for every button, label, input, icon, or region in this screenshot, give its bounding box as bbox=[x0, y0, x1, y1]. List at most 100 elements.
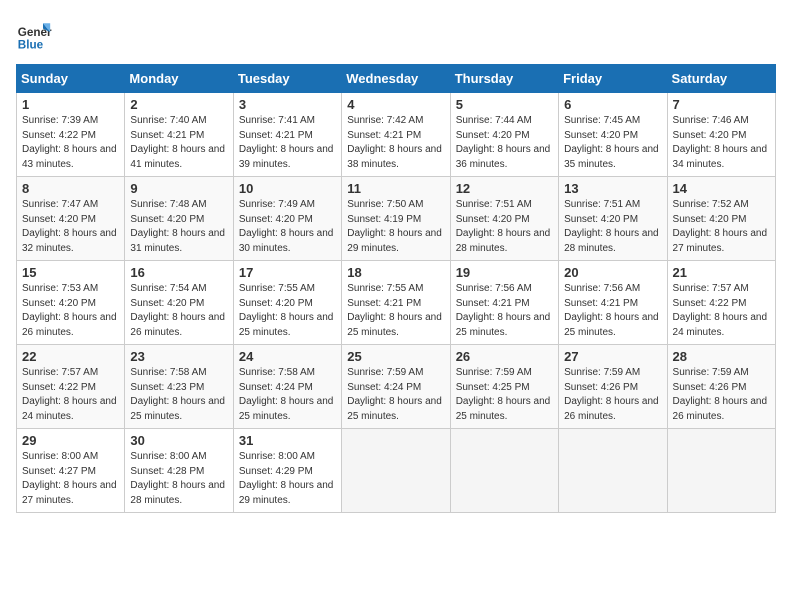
calendar-week-row: 22 Sunrise: 7:57 AMSunset: 4:22 PMDaylig… bbox=[17, 345, 776, 429]
day-of-week-header: Tuesday bbox=[233, 65, 341, 93]
calendar-day-cell bbox=[450, 429, 558, 513]
calendar-day-cell: 19 Sunrise: 7:56 AMSunset: 4:21 PMDaylig… bbox=[450, 261, 558, 345]
day-number: 11 bbox=[347, 181, 444, 196]
day-number: 18 bbox=[347, 265, 444, 280]
day-number: 2 bbox=[130, 97, 227, 112]
day-info: Sunrise: 7:53 AMSunset: 4:20 PMDaylight:… bbox=[22, 282, 119, 340]
page-header: General Blue bbox=[16, 16, 776, 52]
calendar-day-cell: 21 Sunrise: 7:57 AMSunset: 4:22 PMDaylig… bbox=[667, 261, 775, 345]
calendar-day-cell: 7 Sunrise: 7:46 AMSunset: 4:20 PMDayligh… bbox=[667, 93, 775, 177]
calendar-day-cell bbox=[559, 429, 667, 513]
day-of-week-header: Thursday bbox=[450, 65, 558, 93]
calendar-week-row: 29 Sunrise: 8:00 AMSunset: 4:27 PMDaylig… bbox=[17, 429, 776, 513]
day-info: Sunrise: 7:51 AMSunset: 4:20 PMDaylight:… bbox=[564, 198, 661, 256]
day-info: Sunrise: 7:56 AMSunset: 4:21 PMDaylight:… bbox=[564, 282, 661, 340]
day-info: Sunrise: 7:59 AMSunset: 4:24 PMDaylight:… bbox=[347, 366, 444, 424]
day-number: 15 bbox=[22, 265, 119, 280]
day-info: Sunrise: 7:46 AMSunset: 4:20 PMDaylight:… bbox=[673, 114, 770, 172]
day-number: 13 bbox=[564, 181, 661, 196]
calendar-header-row: SundayMondayTuesdayWednesdayThursdayFrid… bbox=[17, 65, 776, 93]
calendar-day-cell bbox=[342, 429, 450, 513]
day-info: Sunrise: 7:47 AMSunset: 4:20 PMDaylight:… bbox=[22, 198, 119, 256]
calendar-day-cell: 13 Sunrise: 7:51 AMSunset: 4:20 PMDaylig… bbox=[559, 177, 667, 261]
calendar-week-row: 15 Sunrise: 7:53 AMSunset: 4:20 PMDaylig… bbox=[17, 261, 776, 345]
calendar-day-cell: 24 Sunrise: 7:58 AMSunset: 4:24 PMDaylig… bbox=[233, 345, 341, 429]
calendar-day-cell: 18 Sunrise: 7:55 AMSunset: 4:21 PMDaylig… bbox=[342, 261, 450, 345]
day-info: Sunrise: 7:57 AMSunset: 4:22 PMDaylight:… bbox=[673, 282, 770, 340]
day-number: 17 bbox=[239, 265, 336, 280]
calendar-day-cell: 1 Sunrise: 7:39 AMSunset: 4:22 PMDayligh… bbox=[17, 93, 125, 177]
day-of-week-header: Wednesday bbox=[342, 65, 450, 93]
calendar-week-row: 8 Sunrise: 7:47 AMSunset: 4:20 PMDayligh… bbox=[17, 177, 776, 261]
calendar-day-cell: 22 Sunrise: 7:57 AMSunset: 4:22 PMDaylig… bbox=[17, 345, 125, 429]
calendar-week-row: 1 Sunrise: 7:39 AMSunset: 4:22 PMDayligh… bbox=[17, 93, 776, 177]
calendar-day-cell bbox=[667, 429, 775, 513]
day-number: 16 bbox=[130, 265, 227, 280]
day-info: Sunrise: 7:55 AMSunset: 4:20 PMDaylight:… bbox=[239, 282, 336, 340]
day-number: 12 bbox=[456, 181, 553, 196]
svg-text:Blue: Blue bbox=[18, 38, 44, 51]
logo-icon: General Blue bbox=[16, 16, 52, 52]
day-info: Sunrise: 7:49 AMSunset: 4:20 PMDaylight:… bbox=[239, 198, 336, 256]
day-number: 1 bbox=[22, 97, 119, 112]
day-info: Sunrise: 7:58 AMSunset: 4:23 PMDaylight:… bbox=[130, 366, 227, 424]
calendar-day-cell: 20 Sunrise: 7:56 AMSunset: 4:21 PMDaylig… bbox=[559, 261, 667, 345]
day-info: Sunrise: 7:59 AMSunset: 4:26 PMDaylight:… bbox=[564, 366, 661, 424]
logo: General Blue bbox=[16, 16, 52, 52]
calendar-day-cell: 15 Sunrise: 7:53 AMSunset: 4:20 PMDaylig… bbox=[17, 261, 125, 345]
day-number: 6 bbox=[564, 97, 661, 112]
day-number: 10 bbox=[239, 181, 336, 196]
calendar-day-cell: 6 Sunrise: 7:45 AMSunset: 4:20 PMDayligh… bbox=[559, 93, 667, 177]
day-number: 8 bbox=[22, 181, 119, 196]
day-info: Sunrise: 7:48 AMSunset: 4:20 PMDaylight:… bbox=[130, 198, 227, 256]
day-number: 31 bbox=[239, 433, 336, 448]
day-info: Sunrise: 7:40 AMSunset: 4:21 PMDaylight:… bbox=[130, 114, 227, 172]
day-of-week-header: Monday bbox=[125, 65, 233, 93]
day-info: Sunrise: 7:51 AMSunset: 4:20 PMDaylight:… bbox=[456, 198, 553, 256]
calendar-day-cell: 5 Sunrise: 7:44 AMSunset: 4:20 PMDayligh… bbox=[450, 93, 558, 177]
day-number: 21 bbox=[673, 265, 770, 280]
day-number: 7 bbox=[673, 97, 770, 112]
calendar-day-cell: 12 Sunrise: 7:51 AMSunset: 4:20 PMDaylig… bbox=[450, 177, 558, 261]
day-number: 23 bbox=[130, 349, 227, 364]
day-of-week-header: Saturday bbox=[667, 65, 775, 93]
day-number: 28 bbox=[673, 349, 770, 364]
day-number: 9 bbox=[130, 181, 227, 196]
day-info: Sunrise: 7:41 AMSunset: 4:21 PMDaylight:… bbox=[239, 114, 336, 172]
day-number: 24 bbox=[239, 349, 336, 364]
day-info: Sunrise: 7:58 AMSunset: 4:24 PMDaylight:… bbox=[239, 366, 336, 424]
day-info: Sunrise: 7:59 AMSunset: 4:26 PMDaylight:… bbox=[673, 366, 770, 424]
day-info: Sunrise: 7:52 AMSunset: 4:20 PMDaylight:… bbox=[673, 198, 770, 256]
calendar-day-cell: 31 Sunrise: 8:00 AMSunset: 4:29 PMDaylig… bbox=[233, 429, 341, 513]
calendar-day-cell: 16 Sunrise: 7:54 AMSunset: 4:20 PMDaylig… bbox=[125, 261, 233, 345]
day-number: 14 bbox=[673, 181, 770, 196]
day-number: 3 bbox=[239, 97, 336, 112]
day-info: Sunrise: 7:55 AMSunset: 4:21 PMDaylight:… bbox=[347, 282, 444, 340]
day-number: 22 bbox=[22, 349, 119, 364]
day-of-week-header: Sunday bbox=[17, 65, 125, 93]
day-info: Sunrise: 8:00 AMSunset: 4:29 PMDaylight:… bbox=[239, 450, 336, 508]
calendar-day-cell: 4 Sunrise: 7:42 AMSunset: 4:21 PMDayligh… bbox=[342, 93, 450, 177]
day-info: Sunrise: 7:39 AMSunset: 4:22 PMDaylight:… bbox=[22, 114, 119, 172]
day-info: Sunrise: 8:00 AMSunset: 4:27 PMDaylight:… bbox=[22, 450, 119, 508]
day-number: 4 bbox=[347, 97, 444, 112]
calendar-day-cell: 29 Sunrise: 8:00 AMSunset: 4:27 PMDaylig… bbox=[17, 429, 125, 513]
day-number: 25 bbox=[347, 349, 444, 364]
day-number: 19 bbox=[456, 265, 553, 280]
day-number: 29 bbox=[22, 433, 119, 448]
day-info: Sunrise: 8:00 AMSunset: 4:28 PMDaylight:… bbox=[130, 450, 227, 508]
calendar-day-cell: 3 Sunrise: 7:41 AMSunset: 4:21 PMDayligh… bbox=[233, 93, 341, 177]
day-info: Sunrise: 7:44 AMSunset: 4:20 PMDaylight:… bbox=[456, 114, 553, 172]
day-number: 30 bbox=[130, 433, 227, 448]
calendar-day-cell: 11 Sunrise: 7:50 AMSunset: 4:19 PMDaylig… bbox=[342, 177, 450, 261]
calendar-day-cell: 17 Sunrise: 7:55 AMSunset: 4:20 PMDaylig… bbox=[233, 261, 341, 345]
calendar-day-cell: 30 Sunrise: 8:00 AMSunset: 4:28 PMDaylig… bbox=[125, 429, 233, 513]
day-of-week-header: Friday bbox=[559, 65, 667, 93]
day-number: 27 bbox=[564, 349, 661, 364]
day-info: Sunrise: 7:45 AMSunset: 4:20 PMDaylight:… bbox=[564, 114, 661, 172]
day-number: 5 bbox=[456, 97, 553, 112]
day-info: Sunrise: 7:50 AMSunset: 4:19 PMDaylight:… bbox=[347, 198, 444, 256]
day-info: Sunrise: 7:54 AMSunset: 4:20 PMDaylight:… bbox=[130, 282, 227, 340]
calendar-day-cell: 26 Sunrise: 7:59 AMSunset: 4:25 PMDaylig… bbox=[450, 345, 558, 429]
day-number: 20 bbox=[564, 265, 661, 280]
